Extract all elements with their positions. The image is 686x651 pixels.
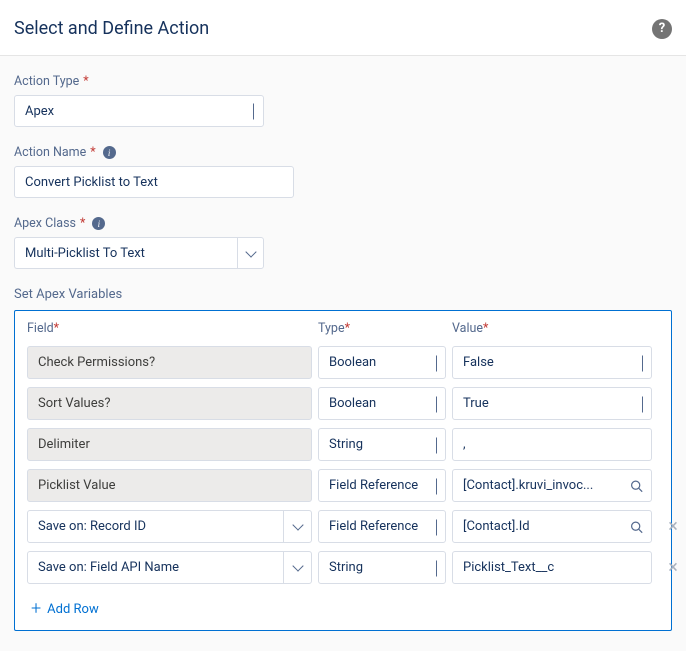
help-icon[interactable]: ?: [652, 19, 672, 39]
info-icon[interactable]: i: [92, 217, 105, 230]
chevron-down-icon: [436, 437, 437, 452]
chevron-down-icon: [283, 511, 311, 542]
chevron-down-icon: [642, 396, 643, 411]
chevron-down-icon: [436, 396, 437, 411]
value-lookup[interactable]: [Contact].Id: [452, 510, 652, 543]
variable-row: DelimiterString,: [15, 428, 671, 461]
search-icon: [630, 520, 643, 533]
chevron-down-icon: [245, 246, 256, 257]
apex-class-select[interactable]: Multi-Picklist To Text: [14, 237, 264, 269]
apex-class-label: Apex Class* i: [14, 216, 672, 231]
action-name-label: Action Name* i: [14, 145, 672, 160]
variables-section-title: Set Apex Variables: [14, 287, 672, 302]
remove-row-button[interactable]: ×: [658, 516, 686, 537]
plus-icon: +: [31, 600, 41, 618]
chevron-down-icon: [436, 478, 437, 493]
search-icon: [630, 479, 643, 492]
type-select[interactable]: Field Reference: [318, 469, 446, 502]
field-select[interactable]: Save on: Record ID: [27, 510, 312, 543]
variable-row: Save on: Field API NameStringPicklist_Te…: [15, 551, 671, 584]
info-icon[interactable]: i: [103, 146, 116, 159]
action-type-label: Action Type*: [14, 74, 672, 89]
col-field-label: Field*: [27, 321, 312, 336]
value-select[interactable]: False: [452, 346, 652, 379]
field-readonly: Picklist Value: [27, 469, 312, 502]
chevron-down-icon: [283, 552, 311, 583]
field-readonly: Delimiter: [27, 428, 312, 461]
field-select[interactable]: Save on: Field API Name: [27, 551, 312, 584]
value-lookup[interactable]: [Contact].kruvi_invoc...: [452, 469, 652, 502]
apex-class-group: Apex Class* i Multi-Picklist To Text: [14, 216, 672, 269]
variable-row: Check Permissions?BooleanFalse: [15, 346, 671, 379]
value-select[interactable]: True: [452, 387, 652, 420]
type-select[interactable]: String: [318, 551, 446, 584]
type-select[interactable]: String: [318, 428, 446, 461]
action-type-select[interactable]: Apex: [14, 95, 264, 127]
required-indicator: *: [80, 216, 85, 231]
variables-header: Field* Type* Value*: [15, 321, 671, 336]
page-title: Select and Define Action: [14, 18, 209, 39]
type-select[interactable]: Field Reference: [318, 510, 446, 543]
required-indicator: *: [83, 74, 88, 89]
chevron-down-icon: [436, 560, 437, 575]
type-select[interactable]: Boolean: [318, 346, 446, 379]
form-body: Action Type* Apex Action Name* i Convert…: [0, 56, 686, 651]
chevron-down-icon: [436, 519, 437, 534]
field-readonly: Sort Values?: [27, 387, 312, 420]
col-type-label: Type*: [318, 321, 446, 336]
variable-row: Picklist ValueField Reference[Contact].k…: [15, 469, 671, 502]
chevron-down-icon: [642, 355, 643, 370]
type-select[interactable]: Boolean: [318, 387, 446, 420]
required-indicator: *: [90, 145, 95, 160]
action-type-group: Action Type* Apex: [14, 74, 672, 127]
variable-row: Sort Values?BooleanTrue: [15, 387, 671, 420]
value-input[interactable]: ,: [452, 428, 652, 461]
chevron-down-icon: [436, 355, 437, 370]
variable-row: Save on: Record IDField Reference[Contac…: [15, 510, 671, 543]
variables-panel: Field* Type* Value* Check Permissions?Bo…: [14, 310, 672, 631]
field-readonly: Check Permissions?: [27, 346, 312, 379]
add-row-button[interactable]: + Add Row: [15, 592, 671, 620]
remove-row-button[interactable]: ×: [658, 557, 686, 578]
action-name-input[interactable]: Convert Picklist to Text: [14, 166, 294, 198]
apex-class-dropdown-button[interactable]: [237, 237, 264, 269]
modal-header: Select and Define Action ?: [0, 0, 686, 56]
action-name-group: Action Name* i Convert Picklist to Text: [14, 145, 672, 198]
col-value-label: Value*: [452, 321, 652, 336]
value-input[interactable]: Picklist_Text__c: [452, 551, 652, 584]
